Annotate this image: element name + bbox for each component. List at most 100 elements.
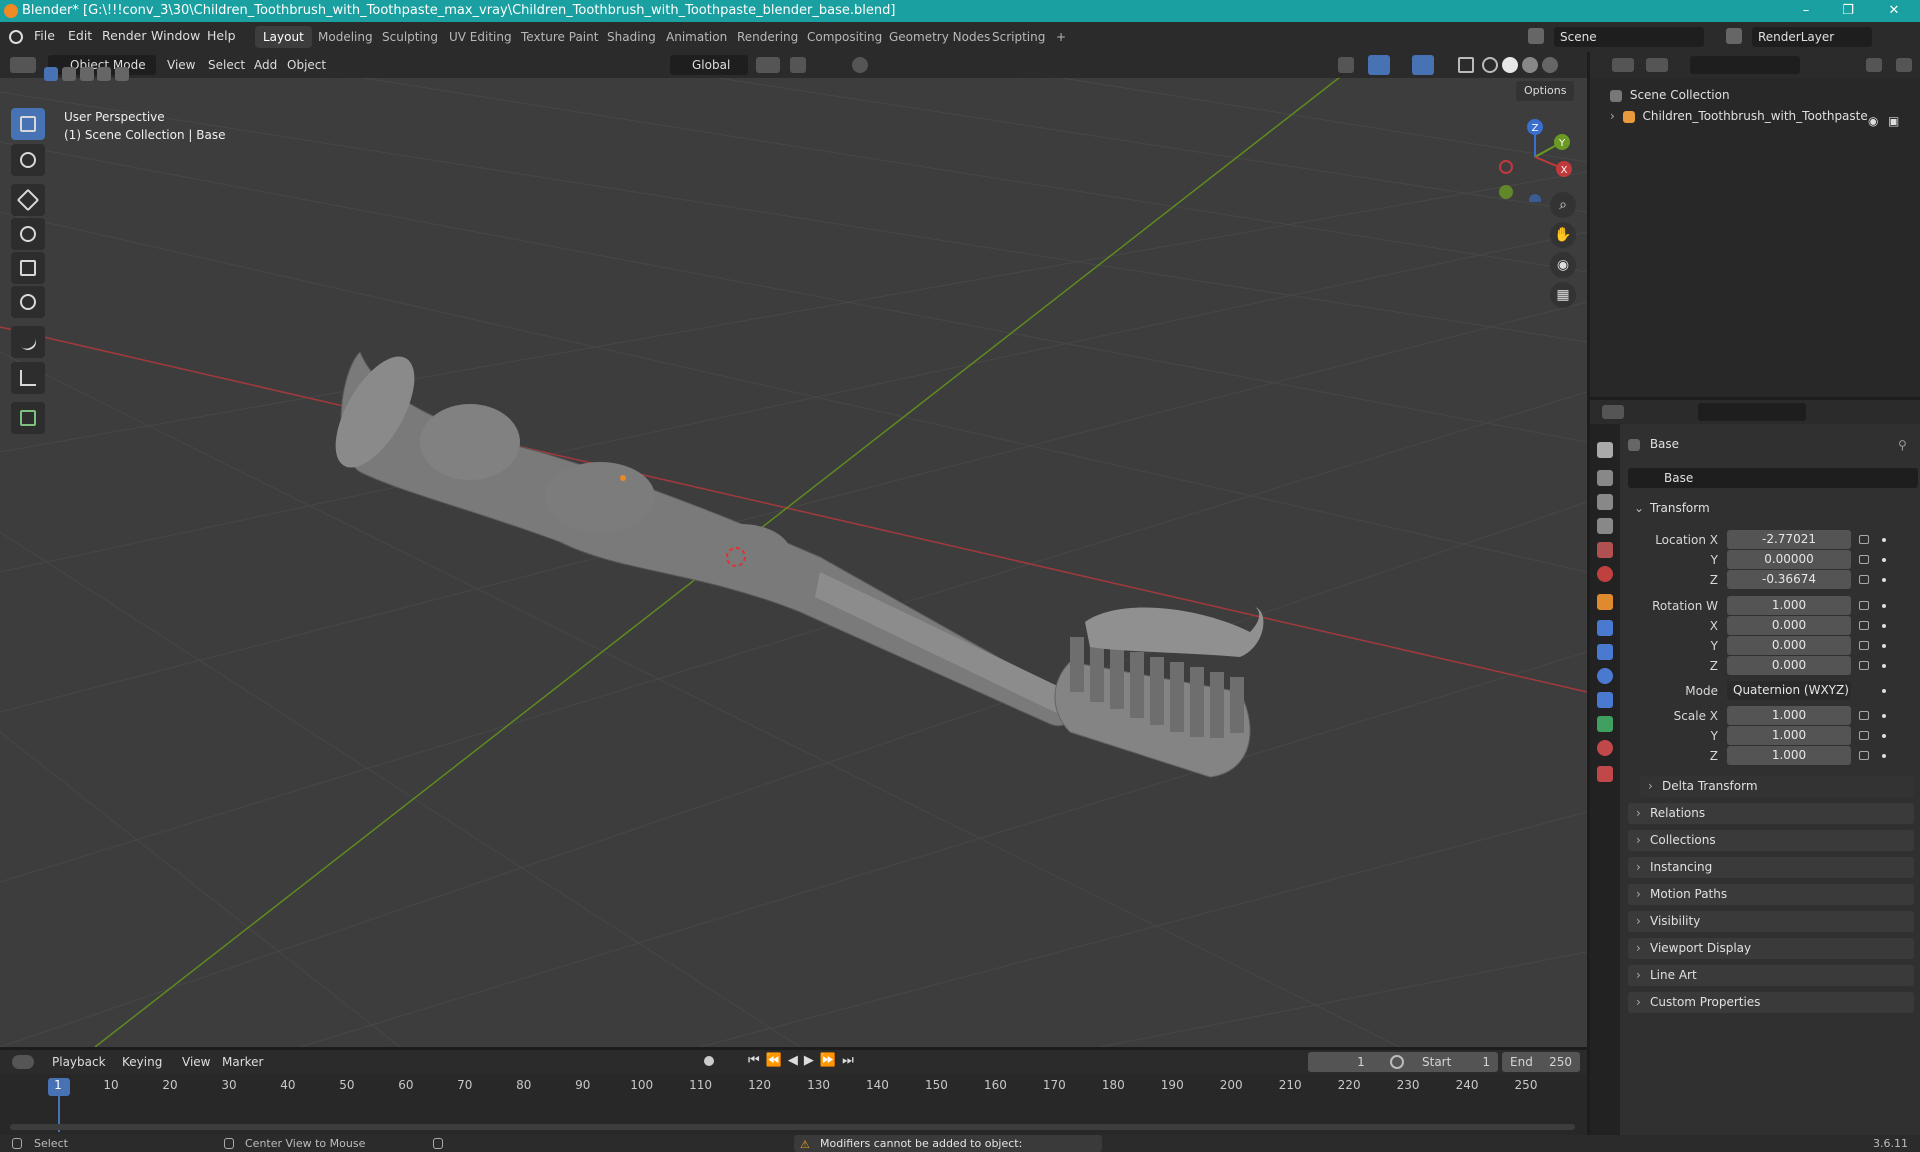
tab-uv-editing[interactable]: UV Editing (441, 26, 520, 48)
rendered-shading-icon[interactable] (1542, 57, 1558, 73)
ortho-grid-icon[interactable]: ▦ (1550, 282, 1576, 308)
rotation-z-field[interactable]: 0.000 (1727, 656, 1851, 675)
timeline-editor-icon[interactable] (12, 1055, 34, 1069)
viewport-display-panel[interactable]: Viewport Display (1628, 938, 1914, 959)
add-workspace-button[interactable]: + (1048, 26, 1074, 48)
menu-file[interactable]: File (34, 28, 55, 43)
tab-scripting[interactable]: Scripting (984, 26, 1053, 48)
rotation-mode-select[interactable]: Quaternion (WXYZ) (1727, 681, 1851, 700)
blender-menu-icon[interactable] (9, 30, 23, 44)
motion-paths-panel[interactable]: Motion Paths (1628, 884, 1914, 905)
warning-message[interactable]: ⚠ Modifiers cannot be added to object: T… (794, 1135, 1102, 1152)
select-subtract-icon[interactable] (79, 66, 94, 81)
view-layer-tab-icon[interactable] (1597, 518, 1613, 534)
viewport-menu-object[interactable]: Object (287, 56, 326, 74)
render-layer-selector[interactable]: RenderLayer (1752, 27, 1872, 47)
snap-icon[interactable] (790, 57, 806, 73)
outliner-editor-icon[interactable] (1612, 58, 1634, 72)
particles-tab-icon[interactable] (1597, 644, 1613, 660)
start-frame-field[interactable]: Start 1 (1410, 1052, 1498, 1072)
timeline-scrollbar[interactable] (10, 1124, 1575, 1130)
annotate-tool[interactable] (11, 326, 45, 358)
xray-icon[interactable] (1458, 57, 1474, 73)
visibility-panel[interactable]: Visibility (1628, 911, 1914, 932)
eye-icon[interactable]: ◉ (1868, 111, 1878, 131)
tool-tab-icon[interactable] (1597, 442, 1613, 458)
location-y-field[interactable]: 0.00000 (1727, 550, 1851, 569)
lock-icon[interactable] (1859, 601, 1869, 610)
line-art-panel[interactable]: Line Art (1628, 965, 1914, 986)
record-icon[interactable] (704, 1056, 714, 1066)
select-invert-icon[interactable] (97, 66, 112, 81)
wireframe-shading-icon[interactable] (1482, 57, 1498, 73)
tab-sculpting[interactable]: Sculpting (374, 26, 446, 48)
tab-geometry-nodes[interactable]: Geometry Nodes (881, 26, 998, 48)
keyframe-dot-icon[interactable] (1882, 754, 1886, 758)
scale-z-field[interactable]: 1.000 (1727, 746, 1851, 765)
keyframe-dot-icon[interactable] (1882, 734, 1886, 738)
outliner-search-input[interactable] (1690, 56, 1800, 74)
menu-window[interactable]: Window (151, 28, 200, 43)
viewport-menu-select[interactable]: Select (208, 56, 245, 74)
output-tab-icon[interactable] (1597, 494, 1613, 510)
timeline-menu-keying[interactable]: Keying (122, 1053, 162, 1071)
render-tab-icon[interactable] (1597, 470, 1613, 486)
world-tab-icon[interactable] (1597, 566, 1613, 582)
gizmo-neg-y-icon[interactable] (1499, 185, 1513, 199)
selection-mode-icons[interactable] (44, 66, 140, 82)
keyframe-dot-icon[interactable] (1882, 689, 1886, 693)
properties-editor-icon[interactable] (1602, 405, 1624, 419)
object-name-field[interactable]: Base (1628, 468, 1918, 488)
keyframe-dot-icon[interactable] (1882, 644, 1886, 648)
transform-panel-header[interactable]: ⌄ Transform (1628, 498, 1914, 519)
measure-tool[interactable] (11, 362, 45, 394)
3d-viewport[interactable]: Object Mode View Select Add Object Globa… (0, 52, 1587, 1047)
tab-shading[interactable]: Shading (599, 26, 664, 48)
viewport-menu-view[interactable]: View (167, 56, 195, 74)
location-z-field[interactable]: -0.36674 (1727, 570, 1851, 589)
tab-texture-paint[interactable]: Texture Paint (513, 26, 606, 48)
lock-icon[interactable] (1859, 641, 1869, 650)
menu-help[interactable]: Help (207, 28, 236, 43)
keyframe-dot-icon[interactable] (1882, 578, 1886, 582)
collections-panel[interactable]: Collections (1628, 830, 1914, 851)
relations-panel[interactable]: Relations (1628, 803, 1914, 824)
camera-view-icon[interactable]: ◉ (1550, 252, 1576, 278)
location-x-field[interactable]: -2.77021 (1727, 530, 1851, 549)
maximize-button[interactable]: ❐ (1826, 0, 1870, 22)
data-tab-icon[interactable] (1597, 716, 1613, 732)
close-button[interactable]: ✕ (1872, 0, 1916, 22)
keyframe-dot-icon[interactable] (1882, 538, 1886, 542)
constraints-tab-icon[interactable] (1597, 692, 1613, 708)
custom-properties-panel[interactable]: Custom Properties (1628, 992, 1914, 1013)
rotation-w-field[interactable]: 1.000 (1727, 596, 1851, 615)
cursor-tool[interactable] (11, 144, 45, 176)
instancing-panel[interactable]: Instancing (1628, 857, 1914, 878)
rotation-y-field[interactable]: 0.000 (1727, 636, 1851, 655)
scale-tool[interactable] (11, 252, 45, 284)
visibility-icon[interactable] (1338, 57, 1354, 73)
keyframe-dot-icon[interactable] (1882, 664, 1886, 668)
menu-edit[interactable]: Edit (68, 28, 92, 43)
rotate-tool[interactable] (11, 218, 45, 250)
expand-arrow-icon[interactable]: › (1610, 109, 1615, 123)
viewport-menu-add[interactable]: Add (254, 56, 277, 74)
properties-search-input[interactable] (1698, 403, 1806, 421)
material-tab-icon[interactable] (1597, 740, 1613, 756)
scene-collection-row[interactable]: Scene Collection (1610, 86, 1730, 104)
menu-render[interactable]: Render (102, 28, 147, 43)
timeline-menu-marker[interactable]: Marker (222, 1053, 263, 1071)
lock-icon[interactable] (1859, 711, 1869, 720)
move-tool[interactable] (11, 184, 45, 216)
select-new-icon[interactable] (44, 66, 58, 81)
pivot-icon[interactable] (756, 57, 780, 73)
proportional-edit-icon[interactable] (852, 57, 868, 73)
rotation-x-field[interactable]: 0.000 (1727, 616, 1851, 635)
keyframe-dot-icon[interactable] (1882, 624, 1886, 628)
timeline-menu-playback[interactable]: Playback (52, 1053, 106, 1071)
options-dropdown[interactable]: Options (1516, 81, 1575, 101)
scale-y-field[interactable]: 1.000 (1727, 726, 1851, 745)
add-cube-tool[interactable] (11, 402, 45, 434)
keyframe-dot-icon[interactable] (1882, 604, 1886, 608)
minimize-button[interactable]: – (1784, 0, 1828, 22)
